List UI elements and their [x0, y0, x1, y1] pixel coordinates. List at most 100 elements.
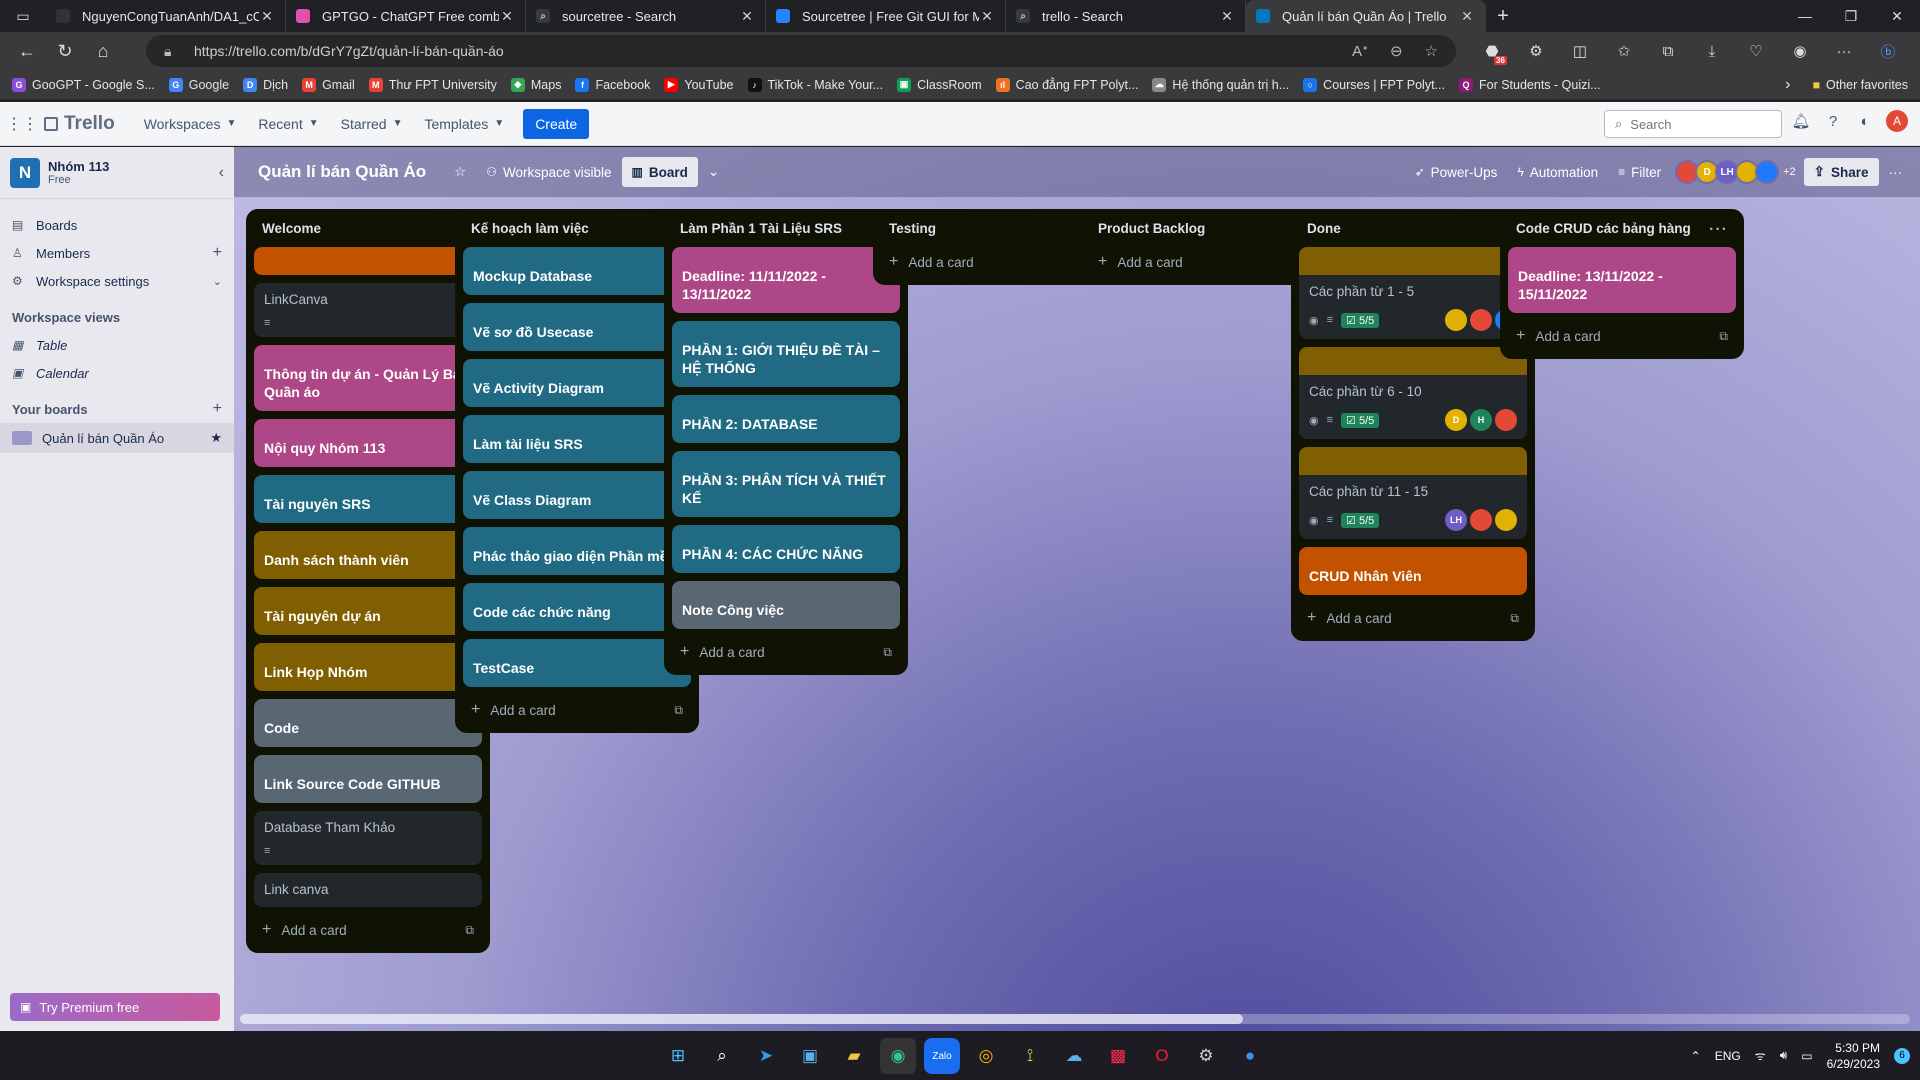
chrome-icon[interactable]: ◎	[968, 1038, 1004, 1074]
notifications-icon[interactable]: 🔔︎	[1790, 110, 1812, 132]
card[interactable]: Tài nguyên SRS	[254, 475, 482, 523]
url-bar[interactable]: 🔒︎ https://trello.com/b/dGrY7gZt/quản-lí…	[146, 35, 1456, 67]
card[interactable]: PHẦN 4: CÁC CHỨC NĂNG	[672, 525, 900, 573]
card-template-icon[interactable]: ⧉	[465, 923, 474, 938]
view-switcher-icon[interactable]: ⌄	[698, 157, 729, 187]
search-input[interactable]	[1630, 116, 1771, 132]
close-tab-icon[interactable]: ✕	[1459, 8, 1475, 25]
browser-tab[interactable]: GPTGO - ChatGPT Free combine ✕	[286, 0, 526, 32]
search-icon[interactable]: ⌕	[704, 1038, 740, 1074]
card[interactable]: PHẦN 3: PHÂN TÍCH VÀ THIẾT KẾ	[672, 451, 900, 517]
language-indicator[interactable]: ENG	[1715, 1049, 1741, 1063]
card[interactable]: Danh sách thành viên	[254, 531, 482, 579]
collections-icon[interactable]: ⧉	[1646, 43, 1690, 60]
sidebar-item-workspace-settings[interactable]: ⚙ Workspace settings ⌄	[0, 267, 234, 295]
close-tab-icon[interactable]: ✕	[979, 8, 995, 25]
favorites-icon[interactable]: ✩	[1602, 42, 1646, 60]
bookmark-item[interactable]: G GooGPT - Google S...	[12, 77, 155, 92]
card[interactable]: Link Họp Nhóm	[254, 643, 482, 691]
favorite-star-icon[interactable]: ☆	[1425, 42, 1438, 60]
bookmark-item[interactable]: ♪ TikTok - Make Your...	[747, 77, 883, 92]
bookmark-item[interactable]: G Google	[168, 77, 229, 92]
new-tab-button[interactable]: +	[1486, 5, 1520, 28]
bookmark-item[interactable]: ıl Cao đẳng FPT Polyt...	[995, 77, 1138, 92]
home-icon[interactable]: ⌂	[84, 41, 122, 62]
settings-icon[interactable]: ⚙	[1188, 1038, 1224, 1074]
card[interactable]: Các phần từ 11 - 15 ◉ ≡ ☑ 5/5 LH	[1299, 447, 1527, 539]
star-board-icon[interactable]: ☆	[444, 157, 476, 187]
member-avatar[interactable]	[1470, 309, 1492, 331]
star-icon[interactable]: ★	[210, 430, 222, 446]
edge-icon[interactable]: ◉	[880, 1038, 916, 1074]
chevron-down-icon[interactable]: ⌄	[213, 275, 222, 288]
performance-icon[interactable]: ♡	[1734, 42, 1778, 60]
card[interactable]: Link Source Code GITHUB	[254, 755, 482, 803]
add-board-icon[interactable]: +	[213, 400, 222, 418]
member-avatar[interactable]: H	[1470, 409, 1492, 431]
sidebar-item-boards[interactable]: ▤ Boards	[0, 211, 234, 239]
board-members[interactable]: D LH +2	[1675, 160, 1796, 184]
scrollbar-thumb[interactable]	[240, 1014, 1243, 1024]
card-template-icon[interactable]: ⧉	[1719, 329, 1728, 344]
member-avatar[interactable]	[1445, 309, 1467, 331]
bookmark-item[interactable]: D Dịch	[243, 77, 288, 92]
extensions-puzzle-icon[interactable]: ⚙	[1514, 42, 1558, 60]
account-avatar[interactable]: A	[1886, 110, 1908, 132]
profile-icon[interactable]: ◉	[1778, 42, 1822, 60]
read-aloud-icon[interactable]: Aᐩ	[1352, 42, 1368, 60]
list-title[interactable]: Welcome	[262, 221, 321, 236]
member-avatar[interactable]	[1755, 160, 1780, 184]
member-avatar[interactable]: LH	[1445, 509, 1467, 531]
try-premium-button[interactable]: ▣ Try Premium free	[10, 993, 220, 1021]
intellij-icon[interactable]: ▩	[1100, 1038, 1136, 1074]
card[interactable]: PHẦN 2: DATABASE	[672, 395, 900, 443]
tab-actions-icon[interactable]: ▭	[0, 0, 46, 32]
zalo-icon[interactable]: Zalo	[924, 1038, 960, 1074]
azure-data-studio-icon[interactable]: ☁	[1056, 1038, 1092, 1074]
add-card-button[interactable]: +Add a card⧉	[1299, 603, 1527, 633]
split-screen-icon[interactable]: ◫	[1558, 42, 1602, 60]
member-avatar[interactable]	[1495, 509, 1517, 531]
extra-members-count[interactable]: +2	[1783, 166, 1796, 178]
card[interactable]: Thông tin dự án - Quản Lý Bán Quần áo	[254, 345, 482, 411]
card[interactable]: CRUD Nhân Viên	[1299, 547, 1527, 595]
chevron-right-icon[interactable]: ›	[1785, 76, 1790, 94]
add-card-button[interactable]: +Add a card⧉	[254, 915, 482, 945]
powerups-button[interactable]: ➶ Power-Ups	[1405, 157, 1508, 187]
list-title[interactable]: Done	[1307, 221, 1341, 236]
bookmark-item[interactable]: ▶ YouTube	[664, 77, 734, 92]
store-icon[interactable]: ▣	[792, 1038, 828, 1074]
board-title[interactable]: Quản lí bán Quần Áo	[258, 162, 426, 182]
sourcetree-icon[interactable]: ⟟	[1012, 1038, 1048, 1074]
menu-starred[interactable]: Starred ▼	[330, 116, 414, 132]
other-favorites[interactable]: › ■ Other favorites	[1785, 76, 1920, 94]
card-template-icon[interactable]: ⧉	[883, 645, 892, 660]
card[interactable]: PHẦN 1: GIỚI THIỆU ĐỀ TÀI – HỆ THỐNG	[672, 321, 900, 387]
back-icon[interactable]: ←	[8, 41, 46, 62]
bookmark-item[interactable]: M Gmail	[302, 77, 355, 92]
zoom-icon[interactable]: ⊖	[1390, 42, 1403, 60]
card-template-icon[interactable]: ⧉	[1510, 611, 1519, 626]
card[interactable]: Các phần từ 6 - 10 ◉ ≡ ☑ 5/5 D H	[1299, 347, 1527, 439]
clock[interactable]: 5:30 PM 6/29/2023	[1827, 1040, 1880, 1072]
notification-badge[interactable]: 6	[1894, 1047, 1910, 1064]
add-card-button[interactable]: +Add a card⧉	[1090, 247, 1318, 277]
bookmark-item[interactable]: ☁ Hệ thống quản trị h...	[1152, 77, 1289, 92]
list-title[interactable]: Làm Phần 1 Tài Liệu SRS	[680, 221, 842, 236]
list-title[interactable]: Testing	[889, 221, 936, 236]
wifi-icon[interactable]: ᯤ	[1755, 1047, 1766, 1064]
card[interactable]: Vẽ Activity Diagram	[463, 359, 691, 407]
file-explorer-icon[interactable]: ▰	[836, 1038, 872, 1074]
bookmark-item[interactable]: ▣ ClassRoom	[897, 77, 982, 92]
card[interactable]: Mockup Database	[463, 247, 691, 295]
bookmark-item[interactable]: ○ Courses | FPT Polyt...	[1303, 77, 1445, 92]
bookmark-item[interactable]: f Facebook	[575, 77, 650, 92]
browser-tab[interactable]: ⌕ trello - Search ✕	[1006, 0, 1246, 32]
menu-workspaces[interactable]: Workspaces ▼	[133, 116, 248, 132]
theme-icon[interactable]: ◐	[1854, 110, 1876, 132]
sidebar-board-item[interactable]: Quản lí bán Quần Áo ★	[0, 423, 234, 453]
card[interactable]: Link canva	[254, 873, 482, 907]
close-tab-icon[interactable]: ✕	[259, 8, 275, 25]
list-title[interactable]: Product Backlog	[1098, 221, 1205, 236]
minimize-button[interactable]: —	[1782, 8, 1828, 25]
